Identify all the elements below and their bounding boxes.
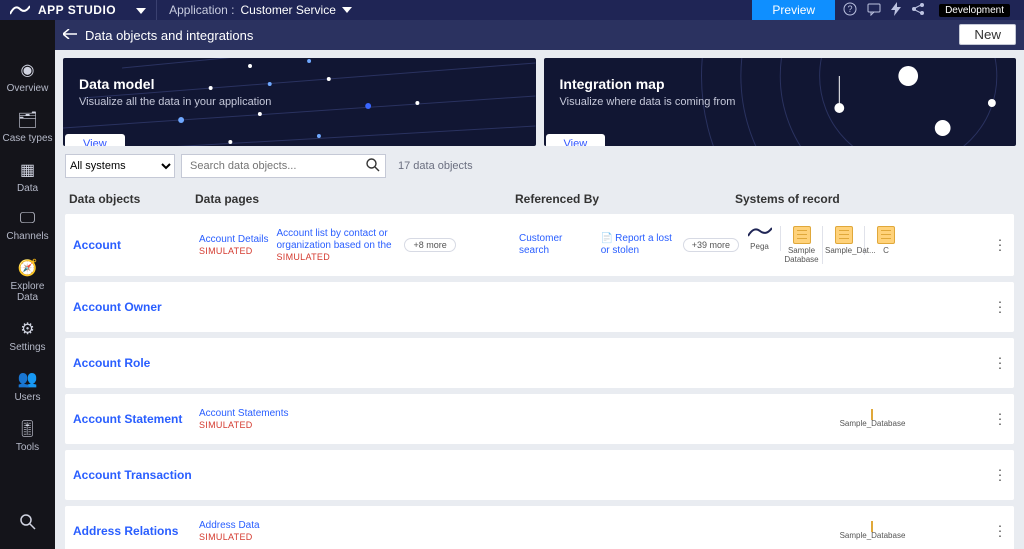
- pega-icon: [748, 226, 772, 240]
- data-page-link[interactable]: Account Details: [199, 234, 268, 246]
- data-object-link[interactable]: Account Owner: [73, 300, 162, 314]
- bolt-icon[interactable]: [891, 2, 901, 19]
- more-refs-pill[interactable]: +39 more: [683, 238, 739, 252]
- data-object-link[interactable]: Account Transaction: [73, 468, 192, 482]
- back-button[interactable]: [55, 28, 85, 42]
- data-page-link[interactable]: Account list by contact or organization …: [276, 228, 396, 252]
- database-icon: [835, 226, 853, 244]
- system-chip[interactable]: Sample_Dat...: [823, 226, 865, 255]
- table-row: Account Transaction ⋮: [65, 450, 1014, 500]
- view-integration-map-button[interactable]: View: [546, 134, 606, 146]
- table-row: AccountAccount DetailsSIMULATEDAccount l…: [65, 214, 1014, 276]
- nav-overview[interactable]: ◉Overview: [0, 54, 55, 104]
- integration-map-sub: Visualize where data is coming from: [560, 96, 1001, 108]
- view-data-model-button[interactable]: View: [65, 134, 125, 146]
- system-chip-label: Sample_Database: [840, 531, 906, 540]
- nav-tools[interactable]: 🎚Tools: [0, 413, 55, 463]
- data-page-link[interactable]: Account Statements: [199, 408, 289, 420]
- system-chip-label: Sample_Database: [840, 419, 906, 428]
- database-icon: [793, 226, 811, 244]
- pega-logo-icon: [10, 4, 30, 16]
- table-row: Account Role ⋮: [65, 338, 1014, 388]
- system-chip[interactable]: Sample Database: [781, 226, 823, 264]
- data-object-link[interactable]: Account Role: [73, 356, 150, 370]
- table-row: Account Owner ⋮: [65, 282, 1014, 332]
- table-row: Account Statement Account StatementsSIMUL…: [65, 394, 1014, 444]
- application-name: Customer Service: [241, 3, 336, 17]
- col-data-objects: Data objects: [69, 192, 195, 206]
- data-object-link[interactable]: Account Statement: [73, 412, 182, 426]
- users-icon: 👥: [0, 369, 55, 389]
- gauge-icon: ◉: [0, 60, 55, 80]
- sliders-icon: 🎚: [0, 419, 55, 439]
- system-filter-select[interactable]: All systems: [65, 154, 175, 178]
- col-referenced-by: Referenced By: [515, 192, 735, 206]
- simulated-badge: SIMULATED: [276, 252, 396, 262]
- row-actions-menu[interactable]: ⋮: [993, 411, 1006, 428]
- simulated-badge: SIMULATED: [199, 246, 268, 256]
- row-actions-menu[interactable]: ⋮: [993, 523, 1006, 540]
- preview-button[interactable]: Preview: [752, 0, 835, 20]
- application-switcher[interactable]: Application : Customer Service: [156, 0, 360, 20]
- col-systems: Systems of record: [735, 192, 1010, 206]
- row-actions-menu[interactable]: ⋮: [993, 299, 1006, 316]
- nav-data[interactable]: ▦Data: [0, 154, 55, 204]
- system-chip-label: Pega: [741, 242, 778, 251]
- referenced-by-link[interactable]: 📄Report a lost or stolen: [601, 233, 673, 257]
- data-model-card: Data model Visualize all the data in you…: [63, 58, 536, 146]
- grid-icon: ▦: [0, 160, 55, 180]
- system-chip[interactable]: Pega: [739, 226, 781, 251]
- integration-map-card: Integration map Visualize where data is …: [544, 58, 1017, 146]
- data-model-title: Data model: [79, 76, 520, 92]
- system-chip[interactable]: Sample_Database: [840, 410, 906, 428]
- nav-channels[interactable]: 🖵Channels: [0, 204, 55, 252]
- data-page-link[interactable]: Address Data: [199, 520, 260, 532]
- database-icon: [877, 226, 895, 244]
- more-data-pages-pill[interactable]: +8 more: [404, 238, 455, 252]
- system-chip[interactable]: Sample_Database: [840, 522, 906, 540]
- row-actions-menu[interactable]: ⋮: [993, 237, 1006, 254]
- left-nav-rail: ◉Overview 🗂Case types ▦Data 🖵Channels 🧭E…: [0, 20, 55, 549]
- nav-settings[interactable]: ⚙Settings: [0, 313, 55, 363]
- compass-icon: 🧭: [0, 258, 55, 278]
- svg-text:?: ?: [848, 4, 853, 14]
- simulated-badge: SIMULATED: [199, 420, 289, 430]
- nav-users[interactable]: 👥Users: [0, 363, 55, 413]
- integration-map-title: Integration map: [560, 76, 1001, 92]
- nav-explore-data[interactable]: 🧭Explore Data: [0, 252, 55, 313]
- system-chip-label: Sample Database: [783, 246, 820, 264]
- row-actions-menu[interactable]: ⋮: [993, 467, 1006, 484]
- system-chip-label: C: [867, 246, 905, 255]
- nav-search[interactable]: [0, 500, 55, 549]
- new-button[interactable]: New: [959, 24, 1016, 45]
- environment-pill: Development: [939, 4, 1010, 17]
- chat-icon[interactable]: [867, 2, 881, 19]
- data-object-link[interactable]: Account: [73, 238, 121, 252]
- table-row: Address Relations Address DataSIMULATED Sa…: [65, 506, 1014, 549]
- help-icon[interactable]: ?: [843, 2, 857, 19]
- search-input[interactable]: [181, 154, 386, 178]
- page-title: Data objects and integrations: [85, 28, 253, 43]
- data-model-sub: Visualize all the data in your applicati…: [79, 96, 520, 108]
- brand-name: APP STUDIO: [38, 3, 116, 17]
- chevron-down-icon: [342, 7, 352, 13]
- nav-case-types[interactable]: 🗂Case types: [0, 104, 55, 154]
- gear-icon: ⚙: [0, 319, 55, 339]
- object-count: 17 data objects: [398, 160, 473, 172]
- search-icon[interactable]: [366, 158, 380, 175]
- ref-type-icon: 📄: [601, 233, 613, 244]
- share-icon[interactable]: [911, 2, 925, 19]
- system-chip-label: Sample_Dat...: [825, 246, 862, 255]
- briefcase-icon: 🗂: [0, 110, 55, 130]
- system-chip[interactable]: C: [865, 226, 907, 255]
- column-headers: Data objects Data pages Referenced By Sy…: [55, 186, 1024, 214]
- data-object-link[interactable]: Address Relations: [73, 524, 178, 538]
- application-label: Application :: [169, 3, 234, 17]
- col-data-pages: Data pages: [195, 192, 515, 206]
- row-actions-menu[interactable]: ⋮: [993, 355, 1006, 372]
- studio-switcher[interactable]: [126, 3, 156, 17]
- simulated-badge: SIMULATED: [199, 532, 260, 542]
- referenced-by-link[interactable]: Customer search: [519, 233, 591, 257]
- monitor-icon: 🖵: [0, 210, 55, 228]
